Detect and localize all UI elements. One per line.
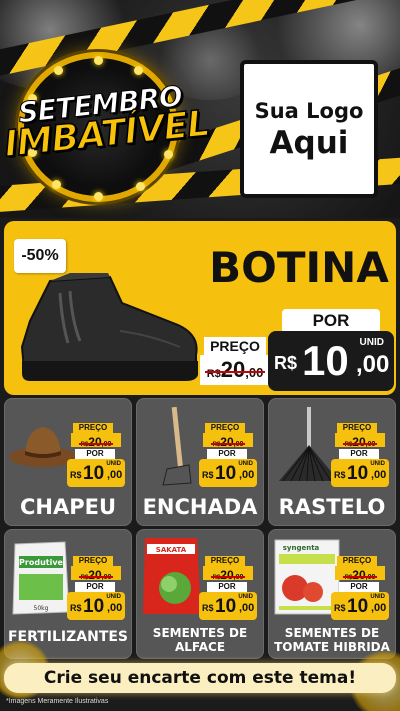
price-label: PREÇO bbox=[205, 556, 245, 566]
old-price: R$20,00 bbox=[200, 355, 270, 385]
product-name-line1: SEMENTES DE bbox=[284, 626, 380, 640]
old-price-decimal: ,00 bbox=[233, 441, 244, 448]
old-price-integer: 20 bbox=[220, 357, 246, 382]
new-price-currency: R$ bbox=[202, 603, 214, 613]
product-card-sementes-alface[interactable]: SAKATA PREÇO R$20,00 POR UNID R$ 10 ,00 … bbox=[136, 529, 264, 659]
new-price-decimal: ,00 bbox=[107, 602, 123, 614]
create-flyer-button[interactable]: Crie seu encarte com este tema! bbox=[4, 663, 396, 693]
price-label: PREÇO bbox=[337, 423, 377, 433]
unit-label: UNID bbox=[106, 594, 121, 600]
package-brand: syngenta bbox=[283, 544, 320, 552]
package-weight: 50kg bbox=[34, 605, 49, 612]
product-card-enchada[interactable]: PREÇO R$20,00 POR UNID R$ 10 ,00 ENCHADA bbox=[136, 398, 264, 526]
unit-label: UNID bbox=[238, 594, 253, 600]
package-brand: SAKATA bbox=[156, 546, 187, 554]
unit-label: UNID bbox=[238, 461, 253, 467]
old-price-decimal: ,00 bbox=[365, 574, 376, 581]
old-price-decimal: ,00 bbox=[365, 441, 376, 448]
old-price-currency: R$ bbox=[206, 368, 221, 380]
por-label: POR bbox=[282, 309, 380, 333]
new-price: UNID R$ 10 ,00 bbox=[67, 459, 125, 487]
old-price: R$20,00 bbox=[71, 566, 121, 582]
old-price-decimal: ,00 bbox=[233, 574, 244, 581]
por-label: POR bbox=[75, 449, 115, 459]
product-name-line1: SEMENTES DE bbox=[152, 626, 248, 640]
discount-tag: -50% bbox=[14, 239, 66, 273]
product-name: RASTELO bbox=[278, 495, 386, 519]
logo-text-line1: Sua Logo bbox=[254, 99, 364, 123]
new-price-currency: R$ bbox=[274, 353, 298, 373]
logo-text-line2: Aqui bbox=[269, 125, 349, 161]
new-price-decimal: ,00 bbox=[356, 351, 390, 378]
product-card-rastelo[interactable]: PREÇO R$20,00 POR UNID R$ 10 ,00 RASTELO bbox=[268, 398, 396, 526]
new-price-decimal: ,00 bbox=[239, 602, 255, 614]
por-label: POR bbox=[207, 449, 247, 459]
old-price-decimal: ,00 bbox=[101, 441, 112, 448]
product-name: ENCHADA bbox=[142, 495, 258, 519]
new-price-currency: R$ bbox=[70, 603, 82, 613]
disclaimer-text: *Imagens Meramente Ilustrativas bbox=[6, 698, 109, 705]
por-label: POR bbox=[207, 582, 247, 592]
header-banner: SETEMBRO IMBATÍVEL Sua Logo Aqui bbox=[0, 0, 400, 218]
new-price: UNID R$ 10 ,00 bbox=[199, 459, 257, 487]
unit-label: UNID bbox=[359, 337, 384, 348]
new-price-decimal: ,00 bbox=[371, 602, 387, 614]
new-price: UNID R$ 10 ,00 bbox=[331, 459, 389, 487]
por-label: POR bbox=[339, 449, 379, 459]
product-card-chapeu[interactable]: PREÇO R$20,00 POR UNID R$ 10 ,00 CHAPEU bbox=[4, 398, 132, 526]
new-price-decimal: ,00 bbox=[107, 469, 123, 481]
old-price: R$20,00 bbox=[335, 566, 385, 582]
old-price: R$20,00 bbox=[71, 433, 121, 449]
price-label: PREÇO bbox=[204, 337, 266, 355]
new-price: UNID R$ 10 ,00 bbox=[67, 592, 125, 620]
price-label: PREÇO bbox=[73, 423, 113, 433]
old-price-integer: 20 bbox=[88, 435, 102, 449]
new-price-decimal: ,00 bbox=[239, 469, 255, 481]
new-price-integer: 10 bbox=[83, 596, 105, 617]
old-price-decimal: ,00 bbox=[245, 365, 264, 380]
old-price-decimal: ,00 bbox=[101, 574, 112, 581]
price-label: PREÇO bbox=[73, 556, 113, 566]
featured-product-card[interactable]: -50% BOTINA POR PREÇO R$20,00 UNID R$ 10… bbox=[4, 221, 396, 395]
new-price-currency: R$ bbox=[202, 470, 214, 480]
new-price-currency: R$ bbox=[70, 470, 82, 480]
new-price-integer: 10 bbox=[347, 596, 369, 617]
unit-label: UNID bbox=[370, 594, 385, 600]
price-label: PREÇO bbox=[337, 556, 377, 566]
price-label: PREÇO bbox=[205, 423, 245, 433]
old-price-integer: 20 bbox=[352, 435, 366, 449]
product-title: BOTINA bbox=[209, 243, 389, 292]
new-price-integer: 10 bbox=[215, 596, 237, 617]
new-price-integer: 10 bbox=[83, 463, 105, 484]
new-price: UNID R$ 10 ,00 bbox=[199, 592, 257, 620]
old-price: R$20,00 bbox=[335, 433, 385, 449]
new-price: UNID R$ 10 ,00 bbox=[331, 592, 389, 620]
package-brand: Produtive bbox=[19, 558, 64, 567]
new-price-currency: R$ bbox=[334, 603, 346, 613]
new-price-integer: 10 bbox=[302, 337, 349, 384]
old-price-integer: 20 bbox=[220, 568, 234, 582]
por-label: POR bbox=[339, 582, 379, 592]
old-price-integer: 20 bbox=[220, 435, 234, 449]
old-price-integer: 20 bbox=[352, 568, 366, 582]
unit-label: UNID bbox=[370, 461, 385, 467]
new-price-integer: 10 bbox=[347, 463, 369, 484]
new-price: UNID R$ 10 ,00 bbox=[268, 331, 394, 391]
new-price-currency: R$ bbox=[334, 470, 346, 480]
product-name-line2: ALFACE bbox=[174, 640, 226, 654]
new-price-decimal: ,00 bbox=[371, 469, 387, 481]
product-card-sementes-tomate[interactable]: syngenta PREÇO R$20,00 POR UNID R$ 10 ,0… bbox=[268, 529, 396, 659]
logo-placeholder[interactable]: Sua Logo Aqui bbox=[240, 60, 378, 198]
product-name: CHAPEU bbox=[19, 495, 117, 519]
old-price-integer: 20 bbox=[88, 568, 102, 582]
unit-label: UNID bbox=[106, 461, 121, 467]
new-price-integer: 10 bbox=[215, 463, 237, 484]
por-label: POR bbox=[75, 582, 115, 592]
old-price: R$20,00 bbox=[203, 566, 253, 582]
old-price: R$20,00 bbox=[203, 433, 253, 449]
